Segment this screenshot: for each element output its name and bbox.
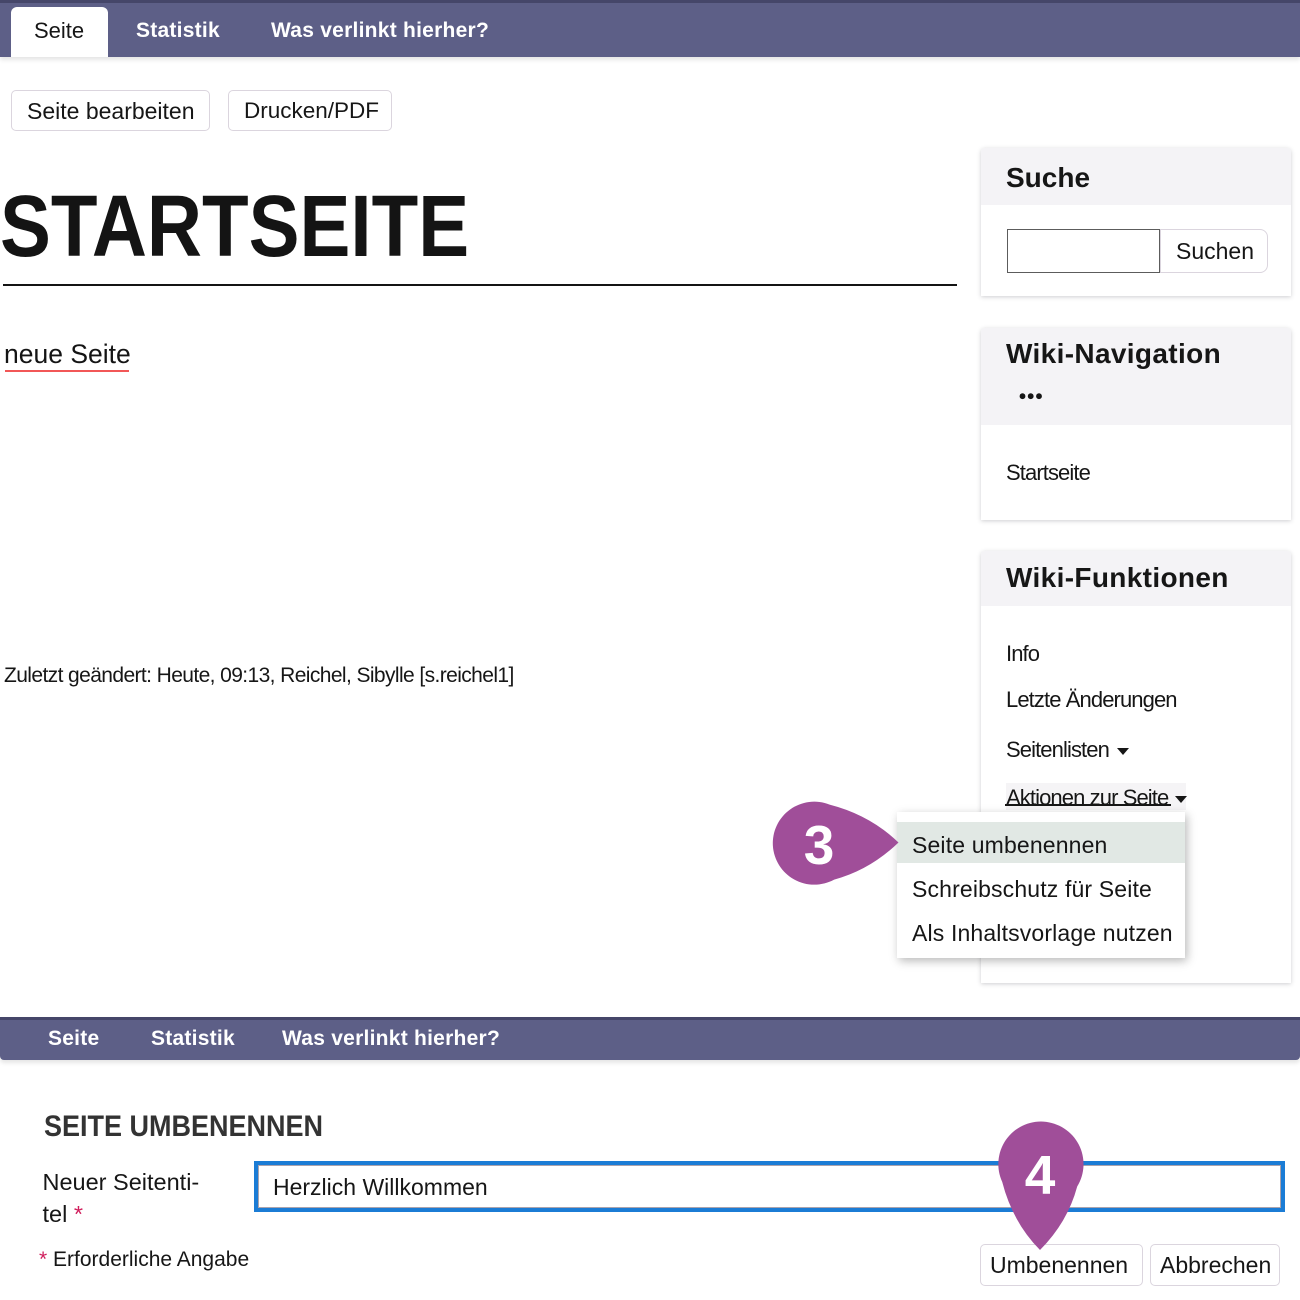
svg-text:3: 3 [804,814,835,876]
svg-text:4: 4 [1025,1144,1056,1206]
